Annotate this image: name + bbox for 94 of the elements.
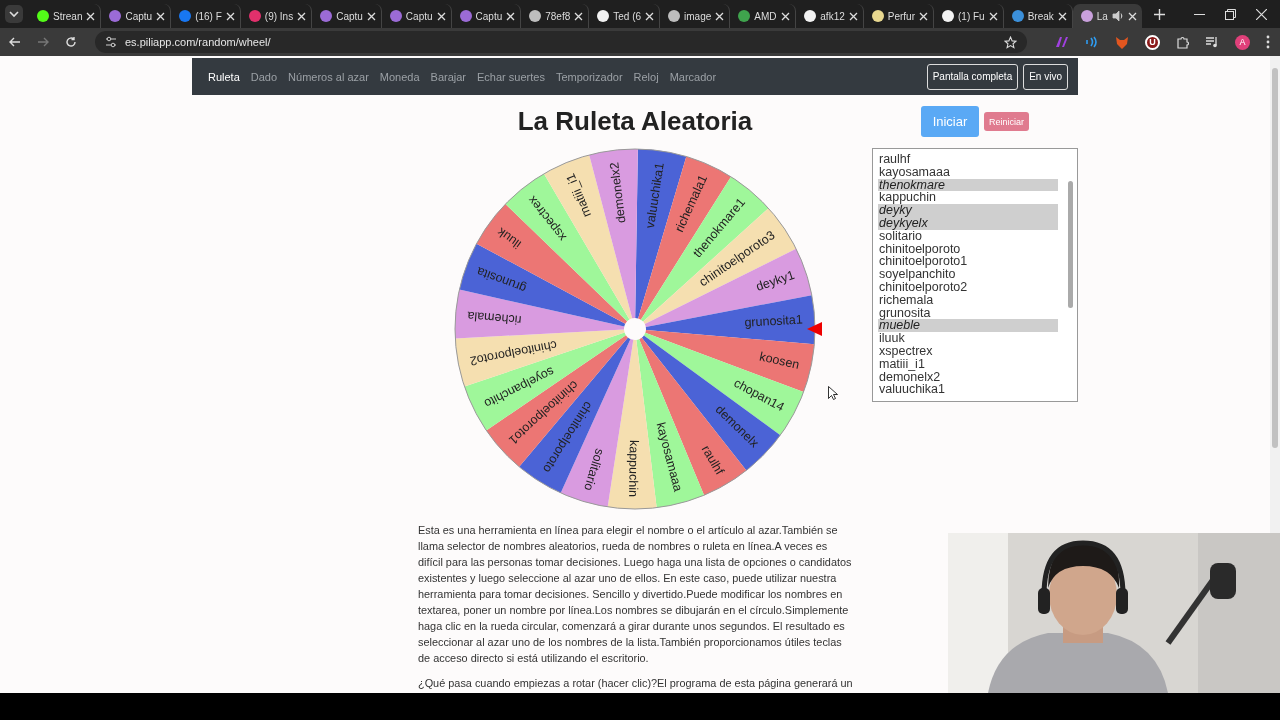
circle-icon	[389, 10, 402, 22]
wheel-segment[interactable]	[645, 295, 815, 345]
forward-icon[interactable]	[37, 36, 49, 48]
name-entry: kappuchin	[878, 191, 937, 205]
close-icon[interactable]	[919, 11, 928, 21]
circle-icon	[37, 10, 49, 22]
segment-label: valuuchika1	[642, 161, 667, 230]
nav-button[interactable]: En vivo	[1023, 63, 1068, 90]
name-entry: chinitoelporoto1	[878, 255, 969, 269]
close-icon[interactable]	[848, 11, 858, 21]
nav-link[interactable]: Números al azar	[288, 70, 369, 83]
scrollbar[interactable]	[1270, 56, 1280, 533]
circle-icon	[529, 10, 542, 22]
circle-icon	[942, 10, 954, 22]
close-icon[interactable]	[715, 11, 725, 21]
circle-icon	[179, 10, 192, 22]
name-entry: chinitoelporoto	[878, 242, 961, 256]
restore-icon[interactable]	[1225, 8, 1236, 20]
nav-link[interactable]: Ruleta	[208, 70, 240, 83]
segment-label: kappuchin	[626, 439, 641, 498]
name-entry: deyky	[878, 204, 1058, 217]
close-icon[interactable]	[225, 11, 235, 21]
name-entry: matiii_i1	[878, 357, 925, 371]
circle-icon	[804, 10, 817, 22]
close-icon[interactable]	[1057, 11, 1067, 21]
segment-label: koosen	[758, 349, 801, 372]
name-entry: chinitoelporoto2	[878, 280, 969, 294]
description-text: ¿Qué pasa cuando empiezas a rotar (hacer clic)?El programa de esta página generará un	[418, 676, 852, 691]
name-entry: thenokmare	[878, 178, 1058, 192]
fox-icon[interactable]	[1115, 35, 1129, 49]
close-icon[interactable]	[988, 11, 998, 21]
puzzle-icon[interactable]	[1176, 35, 1189, 49]
close-icon[interactable]	[1256, 8, 1267, 20]
segment-label: demonelx2	[607, 161, 629, 224]
nav-button[interactable]: Pantalla completa	[926, 63, 1019, 90]
extension-badge[interactable]: U	[1145, 34, 1160, 50]
name-entry: iluuk	[878, 332, 906, 345]
page-title: La Ruleta Aleatoria	[517, 105, 753, 137]
close-icon[interactable]	[86, 11, 96, 21]
back-icon[interactable]	[9, 36, 21, 48]
kebab-menu-icon[interactable]	[1266, 35, 1270, 49]
name-entry: raulhf	[878, 153, 912, 166]
close-icon[interactable]	[645, 11, 655, 21]
reload-icon[interactable]	[65, 36, 77, 48]
close-icon[interactable]	[506, 11, 516, 21]
name-entry: solitario	[878, 229, 923, 243]
nav-link[interactable]: Marcador	[669, 70, 717, 83]
name-entry: mueble	[878, 319, 1058, 333]
circle-icon	[597, 10, 610, 22]
pointer-icon	[807, 322, 822, 336]
circle-icon	[738, 10, 751, 22]
name-entry: valuuchika1	[878, 383, 946, 397]
close-icon[interactable]	[1127, 11, 1137, 21]
circle-icon	[668, 10, 681, 22]
name-entry: richemala	[878, 293, 934, 307]
close-icon[interactable]	[366, 11, 376, 21]
speaker-icon	[1111, 10, 1124, 22]
chevron-icon[interactable]	[5, 5, 23, 23]
nav-link[interactable]: Moneda	[379, 70, 420, 83]
sliders-icon[interactable]	[105, 36, 117, 48]
name-entry: xspectrex	[878, 344, 934, 358]
plus-icon[interactable]	[1153, 8, 1165, 20]
segment-label: richemala	[466, 308, 523, 328]
profile-avatar[interactable]: A	[1235, 34, 1250, 50]
nav-link[interactable]: Dado	[250, 70, 278, 83]
circle-icon	[320, 10, 333, 22]
names-textarea[interactable]	[872, 148, 1078, 402]
close-icon[interactable]	[574, 11, 584, 21]
close-icon[interactable]	[297, 11, 307, 21]
segment-label: grunosita1	[744, 312, 804, 330]
close-icon[interactable]	[436, 11, 446, 21]
nav-link[interactable]: Reloj	[633, 70, 659, 83]
address-bar[interactable]: es.piliapp.com/random/wheel/	[95, 31, 1027, 53]
wave-icon[interactable]	[1085, 36, 1099, 48]
star-icon[interactable]	[1004, 35, 1017, 49]
cursor-icon	[828, 386, 838, 400]
nav-link[interactable]: Echar suertes	[477, 70, 545, 83]
circle-icon	[1080, 10, 1093, 22]
close-icon[interactable]	[156, 11, 166, 21]
circle-icon	[871, 10, 884, 22]
close-icon[interactable]	[781, 11, 791, 21]
circle-icon	[459, 10, 472, 22]
name-entry: demonelx2	[878, 370, 942, 384]
description-text: Esta es una herramienta en línea para elegir el nombre o el artículo al azar.También se llama selector de nombres aleatorios, rueda de nombres o ruleta en línea.A veces es difícil para las personas tomar decisiones. Luego haga una lista de opciones o candidatos existentes y luego seleccione al azar uno de ellos. En este caso, puede utilizar nuestra herramienta para tomar decisiones. Sencillo y divertido.Puede modificar los nombres en textarea, poner un nombre por línea.Los nombres se dibujarán en el círculo.Simplemente haga clic en la rueda circular, comenzará a girar durante unos segundos. El resultado es seleccionar al azar uno de los nombres de la lista.También proporcionamos útiles teclas de acceso directo si está utilizando el escritorio.	[418, 523, 852, 666]
nav-link[interactable]: Temporizador	[555, 70, 623, 83]
nav-link[interactable]: Barajar	[430, 70, 467, 83]
name-entry: soyelpanchito	[878, 268, 956, 281]
circle-icon	[109, 10, 122, 22]
circle-icon	[1011, 10, 1024, 22]
browser-tab[interactable]: La	[1072, 4, 1142, 28]
name-entry: grunosita	[878, 306, 932, 320]
playlist-icon[interactable]	[1205, 36, 1219, 48]
circle-icon	[248, 10, 261, 22]
name-entry: kayosamaaa	[878, 165, 951, 179]
